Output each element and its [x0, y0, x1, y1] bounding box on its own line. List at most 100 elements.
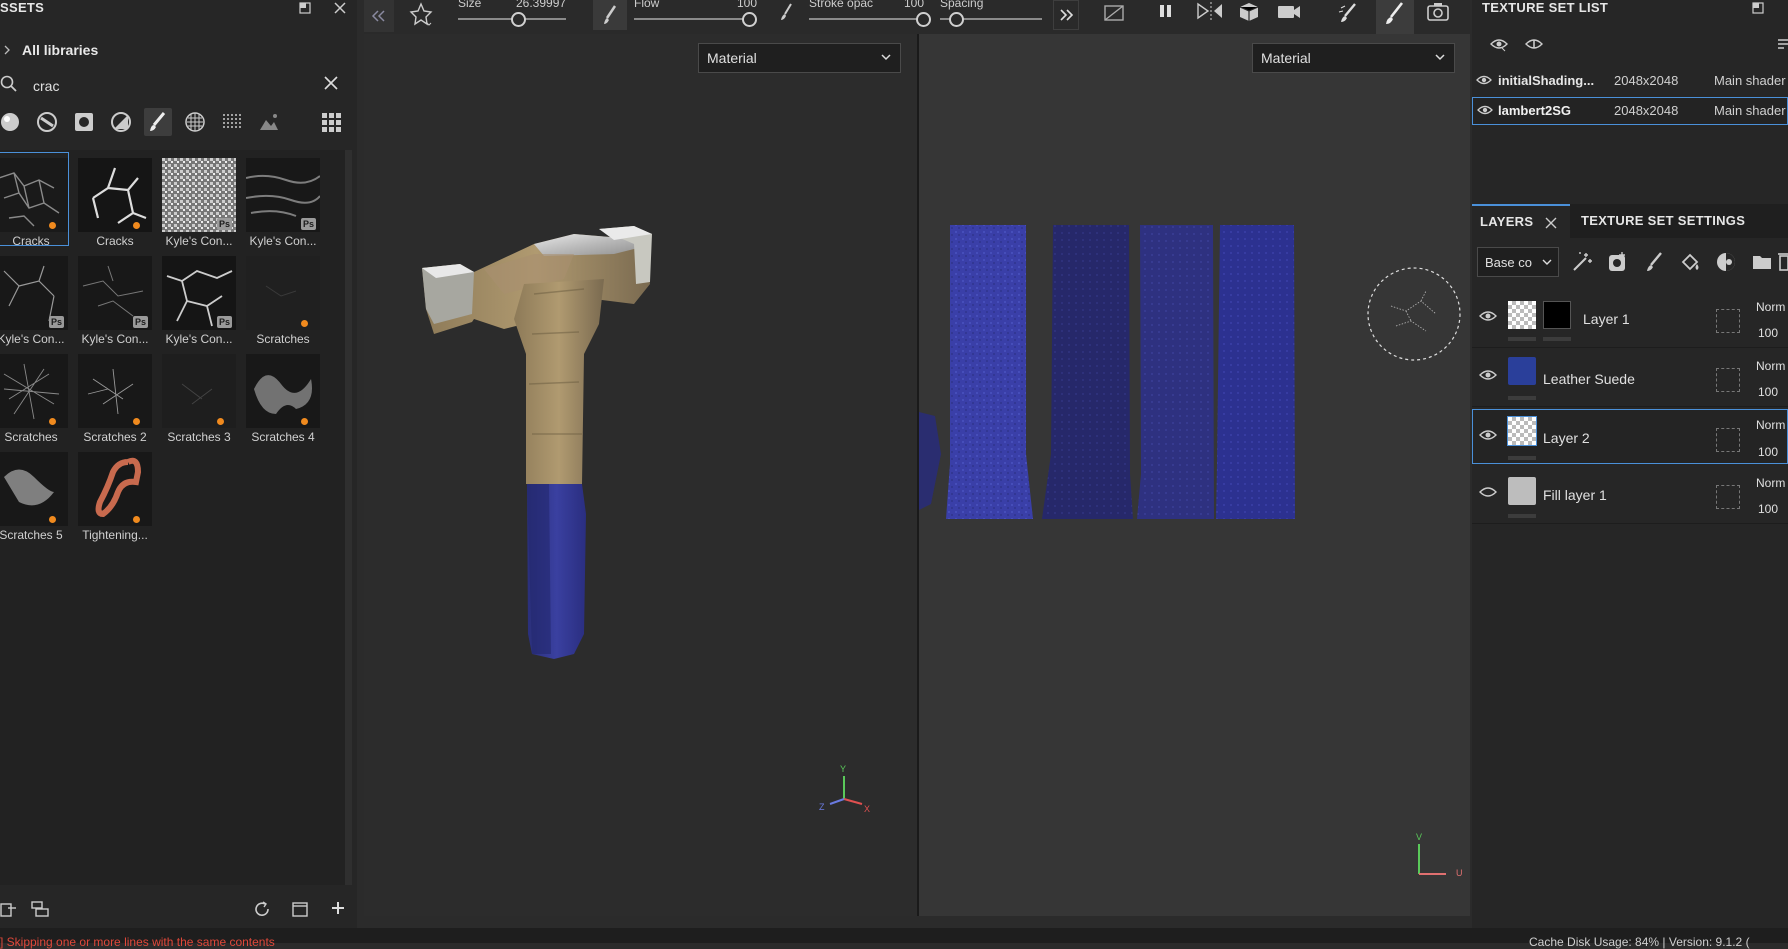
layer-row[interactable]: Leather Suede Norm 100 — [1472, 348, 1788, 407]
collapse-left-icon[interactable] — [364, 0, 394, 32]
asset-thumbnail[interactable] — [0, 158, 68, 232]
eye-icon[interactable] — [1478, 367, 1498, 383]
menu-icon[interactable] — [1778, 38, 1788, 50]
camera-icon[interactable] — [1274, 0, 1308, 34]
screenshot-icon[interactable] — [1422, 0, 1456, 34]
hide-ui-icon[interactable] — [1097, 0, 1131, 34]
search-input[interactable]: crac — [33, 78, 59, 94]
layer-blend-mode[interactable]: Norm — [1756, 300, 1785, 314]
mask-filter-icon[interactable] — [70, 108, 98, 136]
layer-row-selected[interactable]: Layer 2 Norm 100 — [1472, 409, 1788, 464]
layer-thumbnail[interactable] — [1508, 477, 1536, 505]
layer-opacity[interactable]: 100 — [1758, 385, 1778, 399]
asset-thumbnail[interactable] — [246, 354, 320, 428]
symmetry-icon[interactable] — [1194, 0, 1228, 34]
layer-mask-thumbnail[interactable] — [1543, 301, 1571, 329]
flow-value[interactable]: 100 — [737, 0, 757, 10]
layer-blend-mode[interactable]: Norm — [1756, 418, 1785, 432]
texture-set-row-selected[interactable]: lambert2SG 2048x2048 Main shader — [1472, 97, 1788, 125]
material-filter-icon[interactable] — [0, 108, 24, 136]
library-manage-icon[interactable] — [30, 900, 50, 918]
eye-icon[interactable] — [1478, 427, 1498, 443]
alpha-filter-icon[interactable] — [218, 108, 246, 136]
eye-icon[interactable] — [1476, 103, 1494, 117]
layer-name[interactable]: Layer 1 — [1583, 311, 1630, 327]
scrollbar[interactable] — [345, 150, 352, 885]
layer-thumbnail[interactable] — [1508, 357, 1536, 385]
flow-slider-handle[interactable] — [742, 12, 757, 27]
delete-icon[interactable] — [1778, 250, 1788, 274]
viewport-3d[interactable]: Material Y Z X — [364, 34, 917, 916]
new-window-icon[interactable] — [291, 900, 309, 918]
asset-thumbnail[interactable] — [78, 354, 152, 428]
brush-filter-icon[interactable] — [144, 108, 172, 136]
channel-dropdown[interactable]: Base co — [1477, 247, 1559, 277]
add-icon[interactable] — [330, 900, 346, 916]
layer-opacity[interactable]: 100 — [1758, 326, 1778, 340]
float-panel-icon[interactable] — [1752, 2, 1764, 14]
viewport-2d[interactable]: Material V U — [919, 34, 1470, 916]
clear-search-icon[interactable] — [323, 75, 339, 91]
add-folder-icon[interactable] — [1750, 250, 1774, 274]
spacing-slider-handle[interactable] — [949, 12, 964, 27]
stencil-icon[interactable] — [408, 2, 434, 28]
material-dropdown-3d[interactable]: Material — [698, 43, 901, 73]
eye-icon[interactable] — [1478, 484, 1498, 500]
add-fill-layer-icon[interactable] — [1678, 250, 1702, 274]
add-effect-icon[interactable] — [1570, 250, 1594, 274]
flow-icon[interactable] — [593, 0, 627, 30]
solo-visibility-icon[interactable] — [1524, 36, 1544, 52]
camera-view-cube-icon[interactable] — [1232, 0, 1266, 34]
add-mask-icon[interactable] — [1606, 250, 1630, 274]
add-smart-material-icon[interactable] — [1714, 250, 1738, 274]
stroke-opacity-slider-handle[interactable] — [916, 12, 931, 27]
close-icon[interactable] — [333, 1, 347, 15]
particle-filter-icon[interactable] — [181, 108, 209, 136]
asset-thumbnail[interactable] — [0, 452, 68, 526]
layer-name[interactable]: Layer 2 — [1543, 430, 1590, 446]
library-selector[interactable]: All libraries — [22, 42, 98, 58]
asset-thumbnail[interactable] — [0, 354, 68, 428]
expand-toolbar-icon[interactable] — [1053, 0, 1079, 30]
refresh-icon[interactable] — [253, 900, 271, 918]
visibility-toggle-all-icon[interactable] — [1489, 36, 1509, 52]
stroke-opacity-slider-track[interactable] — [809, 18, 921, 20]
paint-mode-icon[interactable] — [1333, 0, 1367, 34]
layer-opacity[interactable]: 100 — [1758, 502, 1778, 516]
smart-material-filter-icon[interactable] — [33, 108, 61, 136]
layer-name[interactable]: Fill layer 1 — [1543, 487, 1607, 503]
grid-view-icon[interactable] — [317, 108, 345, 136]
pause-icon[interactable] — [1149, 0, 1183, 34]
float-panel-icon[interactable] — [299, 2, 311, 14]
stroke-opacity-value[interactable]: 100 — [904, 0, 924, 10]
layer-row[interactable]: Fill layer 1 Norm 100 — [1472, 465, 1788, 524]
layer-thumbnail[interactable] — [1507, 416, 1537, 446]
tab-layers[interactable]: LAYERS — [1472, 204, 1570, 238]
close-icon[interactable] — [1545, 217, 1557, 229]
add-paint-layer-icon[interactable] — [1642, 250, 1666, 274]
size-slider-handle[interactable] — [511, 12, 526, 27]
generator-filter-icon[interactable] — [107, 108, 135, 136]
stroke-opacity-icon[interactable] — [775, 0, 795, 24]
brush-tool-icon[interactable] — [1376, 0, 1414, 34]
flow-slider-track[interactable] — [634, 18, 750, 20]
eye-icon[interactable] — [1478, 308, 1498, 324]
hammer-model[interactable] — [414, 184, 744, 754]
texture-set-row[interactable]: initialShading... 2048x2048 Main shader — [1472, 68, 1788, 94]
layer-thumbnail[interactable] — [1508, 301, 1536, 329]
layer-blend-mode[interactable]: Norm — [1756, 476, 1785, 490]
asset-thumbnail[interactable] — [162, 354, 236, 428]
layer-name[interactable]: Leather Suede — [1543, 371, 1635, 387]
asset-thumbnail[interactable] — [246, 256, 320, 330]
layer-opacity[interactable]: 100 — [1758, 445, 1778, 459]
texture-set-shader[interactable]: Main shader — [1714, 73, 1786, 88]
environment-filter-icon[interactable] — [255, 108, 283, 136]
import-icon[interactable] — [0, 900, 18, 918]
eye-icon[interactable] — [1475, 73, 1493, 87]
layer-blend-mode[interactable]: Norm — [1756, 359, 1785, 373]
asset-thumbnail[interactable] — [78, 452, 152, 526]
tab-texture-set-settings[interactable]: TEXTURE SET SETTINGS — [1581, 213, 1745, 228]
asset-thumbnail[interactable] — [78, 158, 152, 232]
chevron-right-icon[interactable] — [3, 44, 11, 56]
layer-row[interactable]: Layer 1 Norm 100 — [1472, 289, 1788, 348]
